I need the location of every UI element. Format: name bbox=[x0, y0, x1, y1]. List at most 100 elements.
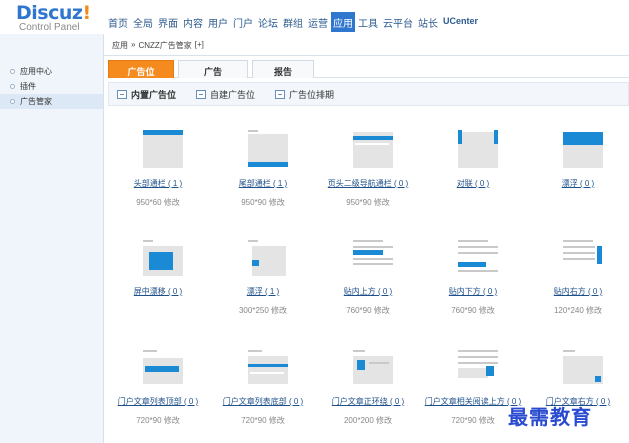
ad-slot-card: 门户文章列表底部 ( 0 ) 720*90 修改 bbox=[209, 338, 317, 443]
sidebar-item-label: 广告管家 bbox=[20, 97, 52, 106]
ad-slot-link[interactable]: 门户文章列表顶部 ( 0 ) bbox=[104, 396, 212, 407]
screen-center-icon[interactable] bbox=[141, 236, 185, 280]
subtab-builtin-label: 内置广告位 bbox=[131, 89, 177, 100]
sub-tab-bar: 内置广告位 自建广告位 广告位排期 bbox=[108, 82, 629, 106]
nav-item-3[interactable]: 内容 bbox=[181, 12, 205, 32]
article-right-icon[interactable] bbox=[561, 346, 605, 390]
ad-slot-card: 门户文章正环绕 ( 0 ) 200*200 修改 bbox=[314, 338, 422, 443]
bullet-icon bbox=[10, 84, 15, 89]
ad-slot-link[interactable]: 贴内上方 ( 0 ) bbox=[314, 286, 422, 297]
sidebar-item-label: 应用中心 bbox=[20, 67, 52, 76]
ad-slot-card: 漂浮 ( 0 ) bbox=[524, 120, 629, 232]
header-banner-icon[interactable] bbox=[141, 128, 185, 172]
ad-slot-link[interactable]: 尾部通栏 ( 1 ) bbox=[209, 178, 317, 189]
ad-slot-card: 尾部通栏 ( 1 ) 950*90 修改 bbox=[209, 120, 317, 232]
subtab-schedule[interactable]: 广告位排期 bbox=[275, 88, 334, 101]
ad-slot-size[interactable]: 720*90 修改 bbox=[104, 415, 212, 426]
breadcrumb-sep: » bbox=[131, 40, 136, 49]
ad-slot-card: 漂浮 ( 1 ) 300*250 修改 bbox=[209, 228, 317, 340]
nav-item-5[interactable]: 门户 bbox=[231, 12, 255, 32]
sidebar-item-1[interactable]: 插件 bbox=[0, 79, 103, 94]
nav-item-13[interactable]: UCenter bbox=[441, 12, 480, 32]
tab-bar: 广告位 广告 报告 bbox=[108, 60, 629, 78]
article-wrap-icon[interactable] bbox=[351, 346, 395, 390]
ad-slot-link[interactable]: 屏中漂移 ( 0 ) bbox=[104, 286, 212, 297]
article-list-bottom-icon[interactable] bbox=[246, 346, 290, 390]
custom-slot-icon bbox=[196, 89, 207, 99]
nav-item-12[interactable]: 站长 bbox=[416, 12, 440, 32]
top-nav: 首页 全局 界面 内容 用户 门户 论坛 群组 运营 应用 工具 云平台 站长 UCenter bbox=[106, 12, 481, 32]
subnav-banner-icon[interactable] bbox=[351, 128, 395, 172]
nav-item-4[interactable]: 用户 bbox=[206, 12, 230, 32]
tab-reports[interactable]: 报告 bbox=[252, 60, 314, 78]
ad-slot-card: 屏中漂移 ( 0 ) bbox=[104, 228, 212, 340]
schedule-icon bbox=[275, 89, 286, 99]
ad-slot-card: 对联 ( 0 ) bbox=[419, 120, 527, 232]
subtab-builtin[interactable]: 内置广告位 bbox=[117, 88, 176, 101]
sidebar: 应用中心插件广告管家 bbox=[0, 34, 104, 443]
ad-slot-card: 贴内右方 ( 0 ) 120*240 修改 bbox=[524, 228, 629, 340]
logo-sub: Control Panel bbox=[19, 22, 80, 33]
add-shortcut-button[interactable]: [+] bbox=[195, 40, 204, 55]
breadcrumb-current: CNZZ广告管家 bbox=[138, 41, 192, 50]
ad-slot-link[interactable]: 贴内右方 ( 0 ) bbox=[524, 286, 629, 297]
breadcrumb-app[interactable]: 应用 bbox=[112, 40, 128, 55]
sidebar-item-label: 插件 bbox=[20, 82, 36, 91]
article-related-icon[interactable] bbox=[456, 346, 500, 390]
ad-slot-size[interactable]: 760*90 修改 bbox=[419, 305, 527, 316]
ad-slot-link[interactable]: 漂浮 ( 0 ) bbox=[524, 178, 629, 189]
tab-ad-slots[interactable]: 广告位 bbox=[108, 60, 174, 78]
subtab-custom-label: 自建广告位 bbox=[210, 89, 256, 100]
nav-item-7[interactable]: 群组 bbox=[281, 12, 305, 32]
couplet-icon[interactable] bbox=[456, 128, 500, 172]
logo-bang: ! bbox=[82, 2, 91, 24]
nav-item-0[interactable]: 首页 bbox=[106, 12, 130, 32]
ad-slot-link[interactable]: 漂浮 ( 1 ) bbox=[209, 286, 317, 297]
ad-slot-link[interactable]: 页头二级导航通栏 ( 0 ) bbox=[314, 178, 422, 189]
ad-slot-size[interactable]: 120*240 修改 bbox=[524, 305, 629, 316]
subtab-custom[interactable]: 自建广告位 bbox=[196, 88, 255, 101]
ad-slot-link[interactable]: 头部通栏 ( 1 ) bbox=[104, 178, 212, 189]
ad-slot-size[interactable]: 720*90 修改 bbox=[209, 415, 317, 426]
nav-item-8[interactable]: 运营 bbox=[306, 12, 330, 32]
ad-slot-link[interactable]: 门户文章列表底部 ( 0 ) bbox=[209, 396, 317, 407]
article-list-top-icon[interactable] bbox=[141, 346, 185, 390]
nav-item-9[interactable]: 应用 bbox=[331, 12, 355, 32]
ad-slot-link[interactable]: 贴内下方 ( 0 ) bbox=[419, 286, 527, 297]
footer-banner-icon[interactable] bbox=[246, 128, 290, 172]
nav-item-10[interactable]: 工具 bbox=[356, 12, 380, 32]
main-content: 应用 » CNZZ广告管家 [+] 广告位 广告 报告 内置广告位 自建广告位 … bbox=[104, 34, 629, 443]
sidebar-item-0[interactable]: 应用中心 bbox=[0, 64, 103, 79]
ad-slot-card: 头部通栏 ( 1 ) 950*60 修改 bbox=[104, 120, 212, 232]
ad-slot-card: 页头二级导航通栏 ( 0 ) 950*90 修改 bbox=[314, 120, 422, 232]
logo-main: Discuz bbox=[16, 2, 83, 24]
nav-item-6[interactable]: 论坛 bbox=[256, 12, 280, 32]
nav-item-1[interactable]: 全局 bbox=[131, 12, 155, 32]
float-icon[interactable] bbox=[561, 128, 605, 172]
header: Discuz! Control Panel 首页 全局 界面 内容 用户 门户 论坛 群组 运营… bbox=[0, 0, 629, 34]
tab-ads[interactable]: 广告 bbox=[178, 60, 248, 78]
watermark: 最需教育 bbox=[508, 405, 592, 429]
ad-slot-size[interactable]: 200*200 修改 bbox=[314, 415, 422, 426]
bullet-icon bbox=[10, 69, 15, 74]
ad-slot-size[interactable]: 950*90 修改 bbox=[209, 197, 317, 208]
ad-slot-size[interactable]: 760*90 修改 bbox=[314, 305, 422, 316]
post-bottom-icon[interactable] bbox=[456, 236, 500, 280]
breadcrumb: 应用 » CNZZ广告管家 [+] bbox=[104, 34, 629, 56]
post-right-icon[interactable] bbox=[561, 236, 605, 280]
float-left-icon[interactable] bbox=[246, 236, 290, 280]
logo: Discuz! Control Panel bbox=[16, 4, 106, 34]
nav-item-11[interactable]: 云平台 bbox=[381, 12, 415, 32]
ad-slot-size[interactable]: 950*90 修改 bbox=[314, 197, 422, 208]
subtab-schedule-label: 广告位排期 bbox=[289, 89, 335, 100]
ad-slot-card: 贴内上方 ( 0 ) 760*90 修改 bbox=[314, 228, 422, 340]
ad-slot-link[interactable]: 门户文章正环绕 ( 0 ) bbox=[314, 396, 422, 407]
ad-slot-size[interactable]: 300*250 修改 bbox=[209, 305, 317, 316]
sidebar-item-2[interactable]: 广告管家 bbox=[0, 94, 103, 109]
post-top-icon[interactable] bbox=[351, 236, 395, 280]
nav-item-2[interactable]: 界面 bbox=[156, 12, 180, 32]
builtin-slot-icon bbox=[117, 89, 127, 99]
ad-slot-size[interactable]: 950*60 修改 bbox=[104, 197, 212, 208]
ad-slot-link[interactable]: 对联 ( 0 ) bbox=[419, 178, 527, 189]
ad-slot-card: 贴内下方 ( 0 ) 760*90 修改 bbox=[419, 228, 527, 340]
